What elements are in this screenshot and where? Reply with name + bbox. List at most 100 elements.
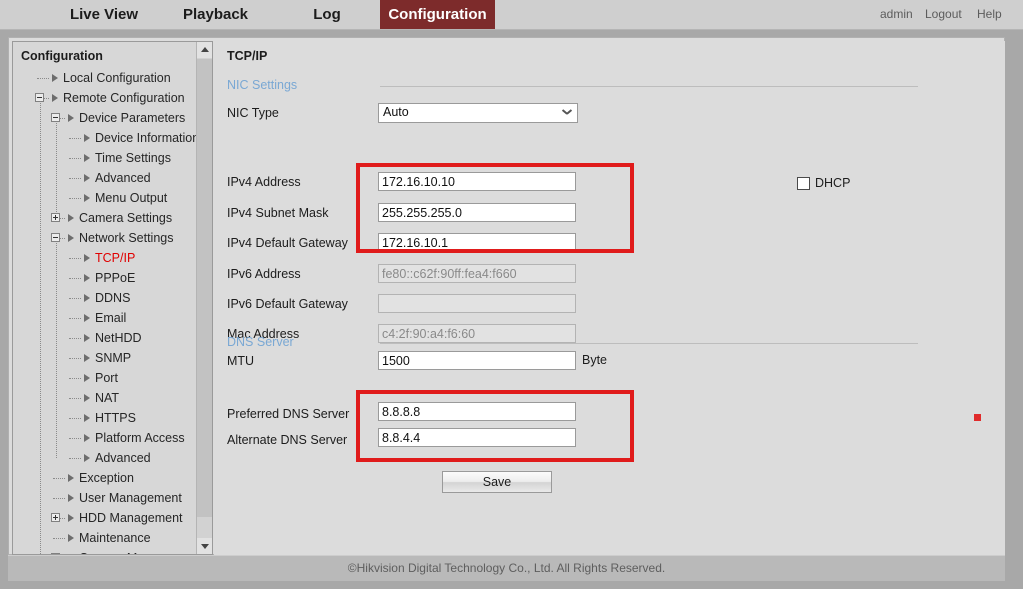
sidebar-item-local-configuration[interactable]: Local Configuration (13, 68, 198, 88)
sidebar-item-label: Advanced (95, 451, 151, 465)
triangle-bullet-icon (84, 394, 90, 402)
sidebar-item-platform-access[interactable]: Platform Access (13, 428, 198, 448)
nav-tab-live-view[interactable]: Live View (44, 0, 164, 29)
sidebar-item-label: Device Parameters (79, 111, 186, 125)
sidebar-item-advanced[interactable]: Advanced (13, 448, 198, 468)
nic-type-select[interactable]: Auto (378, 103, 578, 123)
sidebar-item-ddns[interactable]: DDNS (13, 288, 198, 308)
sidebar-item-label: Email (95, 311, 127, 325)
ipv4-subnet-mask-input[interactable] (378, 203, 576, 222)
triangle-bullet-icon (84, 354, 90, 362)
ipv4-default-gateway-input[interactable] (378, 233, 576, 252)
sidebar-item-label: Menu Output (95, 191, 168, 205)
sidebar-item-label: HTTPS (95, 411, 136, 425)
dhcp-checkbox[interactable] (797, 177, 810, 190)
ipv4-address-input[interactable] (378, 172, 576, 191)
sidebar-item-time-settings[interactable]: Time Settings (13, 148, 198, 168)
sidebar-title: Configuration (21, 49, 103, 63)
sidebar-item-device-parameters[interactable]: Device Parameters (13, 108, 198, 128)
label-nic-type: NIC Type (227, 106, 279, 120)
sidebar-item-user-management[interactable]: User Management (13, 488, 198, 508)
sidebar-item-label: Maintenance (79, 531, 151, 545)
alternate-dns-input[interactable] (378, 428, 576, 447)
label-ipv4-address: IPv4 Address (227, 175, 301, 189)
footer-copyright: ©Hikvision Digital Technology Co., Ltd. … (8, 555, 1005, 581)
triangle-bullet-icon (84, 154, 90, 162)
tree-connector-line (69, 418, 81, 419)
sidebar-item-nethdd[interactable]: NetHDD (13, 328, 198, 348)
tree-collapse-icon[interactable] (35, 93, 44, 102)
sidebar-item-nat[interactable]: NAT (13, 388, 198, 408)
sidebar-item-advanced[interactable]: Advanced (13, 168, 198, 188)
nav-tab-log[interactable]: Log (282, 0, 372, 29)
sidebar-item-pppoe[interactable]: PPPoE (13, 268, 198, 288)
triangle-bullet-icon (84, 174, 90, 182)
sidebar-item-label: SNMP (95, 351, 132, 365)
sidebar-item-label: Local Configuration (63, 71, 171, 85)
tree-connector-line (69, 318, 81, 319)
sidebar-item-snmp[interactable]: SNMP (13, 348, 198, 368)
triangle-bullet-icon (52, 94, 58, 102)
sidebar-item-remote-configuration[interactable]: Remote Configuration (13, 88, 198, 108)
section-heading-nic-settings: NIC Settings (227, 78, 298, 92)
triangle-bullet-icon (84, 374, 90, 382)
sidebar-item-camera-management[interactable]: Camera Management (13, 548, 200, 554)
tree-collapse-icon[interactable] (51, 233, 60, 242)
sidebar-item-label: Advanced (95, 171, 151, 185)
sidebar-item-tcp-ip[interactable]: TCP/IP (13, 248, 198, 268)
tree-connector-line (69, 178, 81, 179)
tree-collapse-icon[interactable] (51, 113, 60, 122)
current-user-label: admin (880, 7, 913, 21)
triangle-bullet-icon (52, 74, 58, 82)
sidebar-item-maintenance[interactable]: Maintenance (13, 528, 198, 548)
sidebar-item-label: Device Information (95, 131, 200, 145)
logout-link[interactable]: Logout (925, 0, 962, 29)
tree-connector-line (69, 278, 81, 279)
label-preferred-dns-server: Preferred DNS Server (227, 407, 350, 421)
sidebar-item-label: Platform Access (95, 431, 185, 445)
triangle-bullet-icon (68, 234, 74, 242)
sidebar-item-label: NetHDD (95, 331, 142, 345)
tree-connector-line (53, 538, 65, 539)
sidebar-item-https[interactable]: HTTPS (13, 408, 198, 428)
triangle-bullet-icon (84, 334, 90, 342)
sidebar-item-label: Time Settings (95, 151, 171, 165)
sidebar-item-camera-settings[interactable]: Camera Settings (13, 208, 198, 228)
help-link[interactable]: Help (977, 0, 1002, 29)
ipv6-default-gateway-input (378, 294, 576, 313)
dhcp-label: DHCP (815, 176, 851, 190)
tree-connector-line (69, 138, 81, 139)
sidebar-item-label: HDD Management (79, 511, 183, 525)
sidebar-item-device-information[interactable]: Device Information (13, 128, 200, 148)
sidebar-item-network-settings[interactable]: Network Settings (13, 228, 198, 248)
tree-connector-line (69, 258, 81, 259)
triangle-bullet-icon (84, 454, 90, 462)
scroll-down-arrow-icon[interactable] (197, 538, 212, 554)
label-ipv6-default-gateway: IPv6 Default Gateway (227, 297, 348, 311)
save-button[interactable]: Save (442, 471, 552, 493)
sidebar-item-email[interactable]: Email (13, 308, 198, 328)
nav-tab-playback[interactable]: Playback (163, 0, 268, 29)
triangle-bullet-icon (84, 294, 90, 302)
triangle-bullet-icon (84, 314, 90, 322)
tree-expand-icon[interactable] (51, 213, 60, 222)
mtu-input[interactable] (378, 351, 576, 370)
sidebar-scrollbar[interactable] (196, 42, 212, 554)
scrollbar-thumb[interactable] (197, 59, 212, 517)
sidebar-item-exception[interactable]: Exception (13, 468, 198, 488)
ipv6-address-input (378, 264, 576, 283)
scroll-up-arrow-icon[interactable] (197, 42, 212, 58)
sidebar-item-label: PPPoE (95, 271, 136, 285)
tree-expand-icon[interactable] (51, 513, 60, 522)
sidebar-item-label: User Management (79, 491, 182, 505)
sidebar-item-hdd-management[interactable]: HDD Management (13, 508, 198, 528)
sidebar-item-label: Exception (79, 471, 134, 485)
sidebar-item-port[interactable]: Port (13, 368, 198, 388)
label-ipv4-subnet-mask: IPv4 Subnet Mask (227, 206, 329, 220)
nav-tab-configuration[interactable]: Configuration (380, 0, 495, 29)
label-alternate-dns-server: Alternate DNS Server (227, 433, 348, 447)
sidebar-item-menu-output[interactable]: Menu Output (13, 188, 198, 208)
section-divider-dns (380, 343, 918, 344)
preferred-dns-input[interactable] (378, 402, 576, 421)
triangle-bullet-icon (68, 514, 74, 522)
